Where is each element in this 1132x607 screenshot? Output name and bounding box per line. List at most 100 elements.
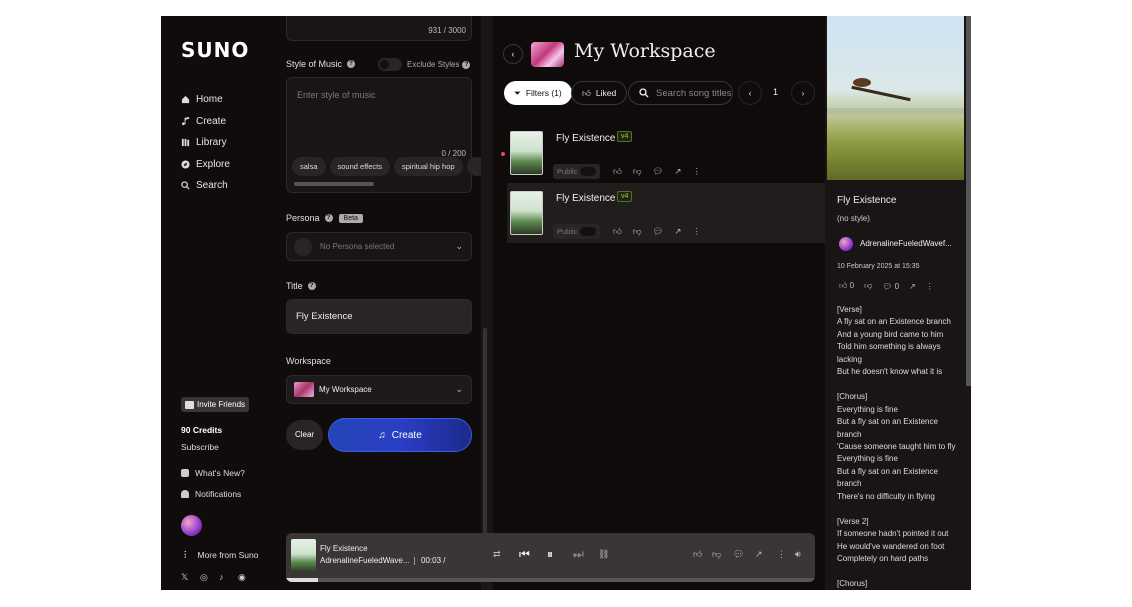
comment-icon[interactable]: 💬︎ bbox=[733, 549, 744, 560]
creator-name[interactable]: AdrenalineFueledWavef... bbox=[860, 239, 952, 248]
page-number: 1 bbox=[773, 87, 779, 97]
title-input[interactable]: Fly Existence bbox=[286, 299, 472, 334]
public-toggle[interactable]: Public bbox=[553, 164, 601, 179]
dislike-icon[interactable]: 👎︎ bbox=[633, 166, 642, 177]
song-row[interactable]: Fly Existence v4 Public 👍︎ 👎︎ 💬︎ ↗ ⋮ bbox=[507, 123, 825, 183]
create-panel-scrollbar[interactable] bbox=[483, 328, 487, 548]
comment-icon[interactable]: 💬︎ bbox=[653, 226, 664, 237]
sidebar-nav: Home Create Library Explore Search bbox=[181, 89, 230, 197]
dislike-icon[interactable]: 👎︎ bbox=[864, 281, 872, 291]
nav-home[interactable]: Home bbox=[181, 89, 230, 111]
like-count: 0 bbox=[849, 281, 855, 290]
playback-progress[interactable] bbox=[286, 578, 815, 582]
song-row-selected[interactable]: Fly Existence v4 Public 👍︎ 👎︎ 💬︎ ↗ ⋮ bbox=[507, 183, 825, 243]
music-note-icon bbox=[181, 116, 190, 125]
lyrics-textarea[interactable]: 931 / 3000 bbox=[286, 16, 472, 41]
toggle-switch bbox=[580, 227, 597, 236]
user-avatar[interactable] bbox=[181, 515, 202, 536]
title-label: Title ? bbox=[286, 281, 316, 291]
help-icon[interactable]: ? bbox=[324, 214, 333, 222]
style-tag[interactable]: spiritual hip hop bbox=[394, 157, 463, 176]
persona-select[interactable]: No Persona selected ⌄ bbox=[286, 232, 472, 261]
liked-button[interactable]: 👍︎ Liked bbox=[571, 81, 628, 105]
help-icon[interactable]: ? bbox=[347, 60, 356, 68]
subscribe-link[interactable]: Subscribe bbox=[181, 442, 219, 452]
song-cover[interactable] bbox=[510, 191, 543, 235]
instagram-icon[interactable]: ◎ bbox=[200, 572, 210, 582]
nav-home-label: Home bbox=[196, 94, 223, 106]
more-options-icon[interactable]: ⋮ bbox=[777, 549, 786, 560]
dislike-icon[interactable]: 👎︎ bbox=[712, 549, 721, 560]
share-icon[interactable]: ↗ bbox=[674, 226, 681, 237]
nav-library[interactable]: Library bbox=[181, 132, 230, 154]
clear-button[interactable]: Clear bbox=[286, 420, 323, 450]
nav-create[interactable]: Create bbox=[181, 111, 230, 133]
style-tag[interactable]: sound effects bbox=[329, 157, 390, 176]
whats-new-link[interactable]: What's New? bbox=[181, 468, 245, 478]
back-button[interactable]: ‹ bbox=[503, 44, 523, 64]
discord-icon[interactable]: ◉ bbox=[238, 572, 248, 582]
music-note-icon: ♫ bbox=[378, 429, 386, 441]
style-input[interactable]: Enter style of music 0 / 200 salsa sound… bbox=[286, 77, 487, 193]
exclude-styles-toggle[interactable] bbox=[378, 58, 402, 71]
link-icon[interactable]: ⛓ bbox=[598, 549, 609, 560]
comment-count: 0 bbox=[894, 281, 900, 291]
detail-scrollbar[interactable] bbox=[966, 16, 971, 386]
notifications-link[interactable]: Notifications bbox=[181, 489, 241, 499]
comment-button[interactable]: 💬︎ 0 bbox=[882, 282, 899, 291]
like-icon[interactable]: 👍︎ bbox=[613, 226, 622, 237]
share-icon[interactable]: ↗ bbox=[755, 549, 763, 560]
style-tags: salsa sound effects spiritual hip hop bbox=[292, 157, 487, 176]
nav-create-label: Create bbox=[196, 115, 227, 127]
filters-button[interactable]: ⏷ Filters (1) bbox=[504, 81, 572, 105]
next-page-button[interactable]: › bbox=[791, 81, 815, 105]
more-options-icon[interactable]: ⋮ bbox=[692, 226, 701, 237]
create-button[interactable]: ♫ Create bbox=[328, 418, 472, 452]
more-from-suno-button[interactable]: ⋮ More from Suno bbox=[181, 549, 258, 560]
whats-new-label: What's New? bbox=[195, 468, 245, 478]
credits-count: 90 Credits bbox=[181, 425, 223, 435]
help-icon[interactable]: ? bbox=[462, 60, 471, 69]
creator-avatar[interactable] bbox=[839, 237, 853, 251]
suno-logo[interactable]: SUNO bbox=[181, 38, 249, 62]
pause-icon[interactable]: ⏸ bbox=[547, 547, 553, 562]
like-icon: 👍︎ bbox=[839, 281, 848, 290]
more-options-icon[interactable]: ⋮ bbox=[692, 166, 701, 177]
player-artist[interactable]: AdrenalineFueledWave... bbox=[320, 556, 410, 565]
like-icon[interactable]: 👍︎ bbox=[613, 166, 622, 177]
public-label: Public bbox=[557, 227, 578, 236]
style-placeholder: Enter style of music bbox=[297, 90, 376, 100]
song-title[interactable]: Fly Existence bbox=[556, 193, 615, 204]
dislike-icon[interactable]: 👎︎ bbox=[633, 226, 642, 237]
prev-page-button[interactable]: ‹ bbox=[738, 81, 762, 105]
invite-friends-button[interactable]: Invite Friends bbox=[181, 397, 250, 412]
like-icon[interactable]: 👍︎ bbox=[693, 549, 702, 560]
create-button-label: Create bbox=[391, 429, 422, 441]
help-icon[interactable]: ? bbox=[307, 282, 316, 290]
nav-explore[interactable]: Explore bbox=[181, 154, 230, 176]
created-date: 10 February 2025 at 15:35 bbox=[837, 263, 920, 270]
comment-icon[interactable]: 💬︎ bbox=[653, 166, 664, 177]
like-button[interactable]: 👍︎ 0 bbox=[839, 281, 854, 291]
public-toggle[interactable]: Public bbox=[553, 224, 601, 239]
x-icon[interactable]: 𝕏 bbox=[181, 572, 191, 582]
tags-scrollbar[interactable] bbox=[294, 182, 374, 186]
style-tag[interactable]: salsa bbox=[292, 157, 326, 176]
share-icon[interactable]: ↗ bbox=[909, 282, 916, 291]
nav-library-label: Library bbox=[196, 137, 227, 149]
song-search-input[interactable]: Search song titles bbox=[628, 81, 733, 105]
more-options-icon[interactable]: ⋮ bbox=[926, 282, 934, 291]
player-cover[interactable] bbox=[291, 539, 316, 572]
tiktok-icon[interactable]: ♪ bbox=[219, 572, 229, 582]
share-icon[interactable]: ↗ bbox=[674, 166, 681, 177]
previous-track-icon[interactable]: ⏮ bbox=[519, 547, 530, 562]
thumbs-up-icon: 👍︎ bbox=[582, 87, 591, 98]
nav-search[interactable]: Search bbox=[181, 175, 230, 197]
workspace-select[interactable]: My Workspace ⌄ bbox=[286, 375, 472, 404]
player-song-title[interactable]: Fly Existence bbox=[320, 544, 368, 553]
song-cover[interactable] bbox=[510, 131, 543, 175]
shuffle-icon[interactable]: ⇄ bbox=[493, 549, 501, 560]
next-track-icon[interactable]: ⏭ bbox=[573, 547, 584, 562]
volume-icon[interactable]: 🔊︎ bbox=[795, 549, 801, 560]
song-title[interactable]: Fly Existence bbox=[556, 133, 615, 144]
